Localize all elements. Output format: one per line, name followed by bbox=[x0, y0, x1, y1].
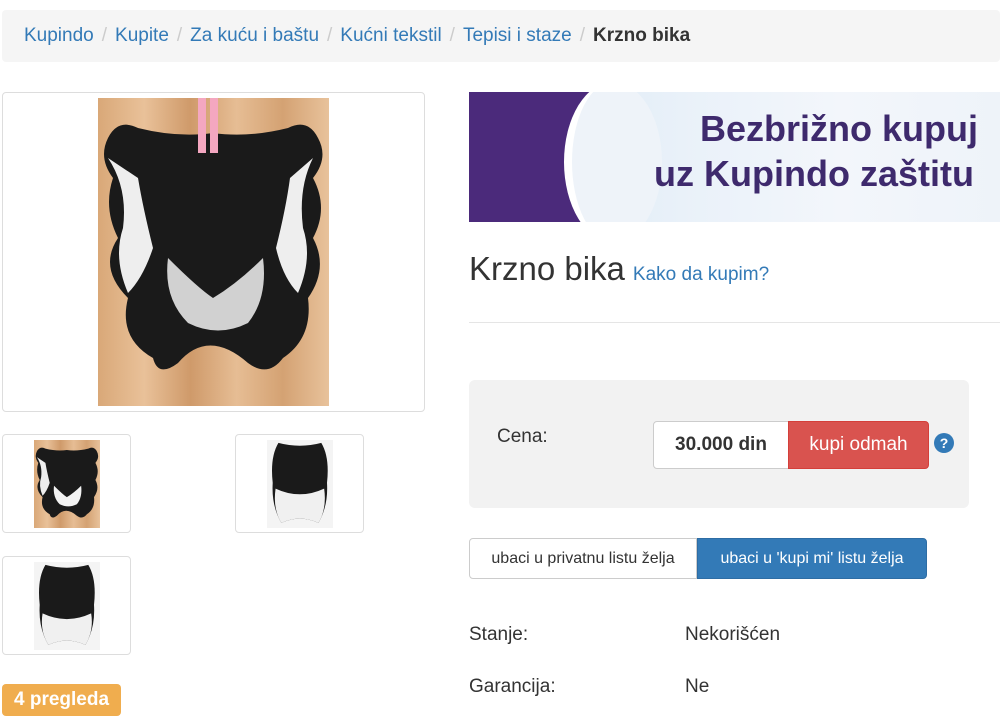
breadcrumb-item-kuca-basta[interactable]: Za kuću i baštu bbox=[190, 25, 319, 47]
warranty-value: Ne bbox=[685, 676, 710, 697]
product-title-row: Krzno bika Kako da kupim? bbox=[469, 250, 769, 288]
add-kupimi-wishlist-button[interactable]: ubaci u 'kupi mi' listu želja bbox=[697, 538, 927, 579]
views-count-badge: 4 pregleda bbox=[2, 684, 122, 716]
cowhide-rug-thumb-3 bbox=[34, 562, 100, 650]
main-product-image[interactable] bbox=[2, 92, 425, 412]
breadcrumb: Kupindo / Kupite / Za kuću i baštu / Kuć… bbox=[2, 10, 1000, 62]
divider bbox=[469, 322, 1000, 323]
condition-label: Stanje: bbox=[469, 624, 529, 645]
breadcrumb-item-kupite[interactable]: Kupite bbox=[115, 25, 169, 47]
breadcrumb-item-tepisi[interactable]: Tepisi i staze bbox=[463, 25, 572, 47]
question-icon[interactable]: ? bbox=[934, 433, 954, 453]
breadcrumb-separator: / bbox=[579, 25, 586, 46]
breadcrumb-current: Krzno bika bbox=[593, 25, 691, 46]
how-to-buy-link[interactable]: Kako da kupim? bbox=[633, 264, 769, 286]
banner-line-1: Bezbrižno kupuj bbox=[700, 108, 978, 149]
price-label: Cena: bbox=[497, 426, 548, 447]
thumbnail-1[interactable] bbox=[2, 434, 131, 533]
product-title: Krzno bika bbox=[469, 250, 625, 287]
breadcrumb-separator: / bbox=[449, 25, 455, 46]
breadcrumb-separator: / bbox=[327, 25, 333, 46]
cowhide-rug-photo bbox=[98, 98, 329, 406]
condition-value: Nekorišćen bbox=[685, 624, 781, 645]
price-box: Cena: 30.000 din kupi odmah ? bbox=[469, 380, 969, 508]
cowhide-rug-thumb-1 bbox=[34, 440, 100, 528]
thumb-rug-illustration bbox=[39, 564, 95, 645]
breadcrumb-item-kucni-tekstil[interactable]: Kućni tekstil bbox=[340, 25, 441, 47]
banner-purple-shape bbox=[469, 92, 662, 222]
cowhide-rug-illustration bbox=[104, 98, 323, 370]
breadcrumb-item-kupindo[interactable]: Kupindo bbox=[24, 25, 94, 47]
breadcrumb-separator: / bbox=[101, 25, 108, 46]
warranty-label: Garancija: bbox=[469, 676, 556, 697]
buy-now-button[interactable]: kupi odmah bbox=[788, 421, 929, 469]
thumbnail-2[interactable] bbox=[235, 434, 364, 533]
add-private-wishlist-button[interactable]: ubaci u privatnu listu želja bbox=[469, 538, 697, 579]
price-value: 30.000 din bbox=[653, 421, 789, 469]
thumbnail-3[interactable] bbox=[2, 556, 131, 655]
banner-text: Bezbrižno kupuj uz Kupindo zaštitu bbox=[654, 106, 978, 196]
breadcrumb-separator: / bbox=[176, 25, 183, 46]
banner-line-2: uz Kupindo zaštitu bbox=[654, 153, 974, 194]
thumb-rug-illustration bbox=[272, 442, 328, 523]
cowhide-rug-thumb-2 bbox=[267, 440, 333, 528]
buyer-protection-banner[interactable]: Bezbrižno kupuj uz Kupindo zaštitu bbox=[469, 92, 1000, 222]
thumb-rug-illustration bbox=[35, 447, 99, 518]
